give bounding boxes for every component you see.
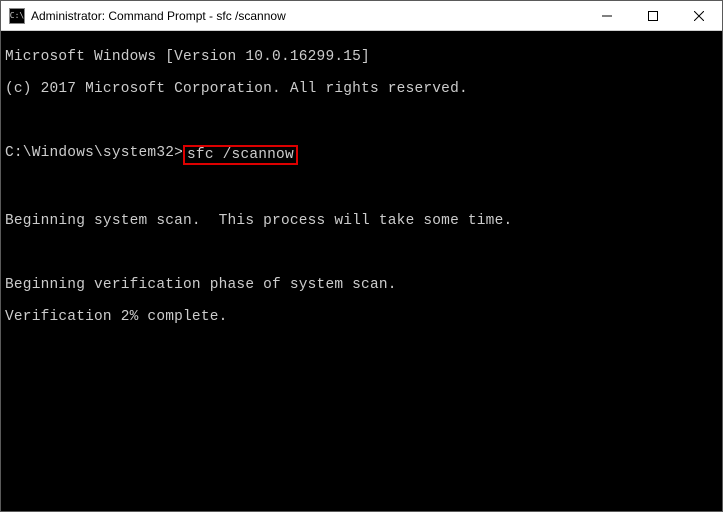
console-line: Beginning verification phase of system s… — [5, 277, 718, 293]
console-line-blank — [5, 245, 718, 261]
maximize-button[interactable] — [630, 1, 676, 30]
app-icon: C:\ — [9, 8, 25, 24]
minimize-icon — [602, 11, 612, 21]
window-controls — [584, 1, 722, 30]
minimize-button[interactable] — [584, 1, 630, 30]
console-line: (c) 2017 Microsoft Corporation. All righ… — [5, 81, 718, 97]
console-line: Beginning system scan. This process will… — [5, 213, 718, 229]
close-button[interactable] — [676, 1, 722, 30]
console-line: Microsoft Windows [Version 10.0.16299.15… — [5, 49, 718, 65]
console-line-blank — [5, 181, 718, 197]
command-highlight: sfc /scannow — [183, 145, 298, 165]
titlebar[interactable]: C:\ Administrator: Command Prompt - sfc … — [1, 1, 722, 31]
console-line: Verification 2% complete. — [5, 309, 718, 325]
maximize-icon — [648, 11, 658, 21]
window-title: Administrator: Command Prompt - sfc /sca… — [31, 9, 584, 23]
command-prompt-window: C:\ Administrator: Command Prompt - sfc … — [0, 0, 723, 512]
prompt-line: C:\Windows\system32>sfc /scannow — [5, 145, 718, 165]
console-output[interactable]: Microsoft Windows [Version 10.0.16299.15… — [1, 31, 722, 511]
console-line-blank — [5, 113, 718, 129]
close-icon — [694, 11, 704, 21]
prompt: C:\Windows\system32> — [5, 145, 183, 161]
